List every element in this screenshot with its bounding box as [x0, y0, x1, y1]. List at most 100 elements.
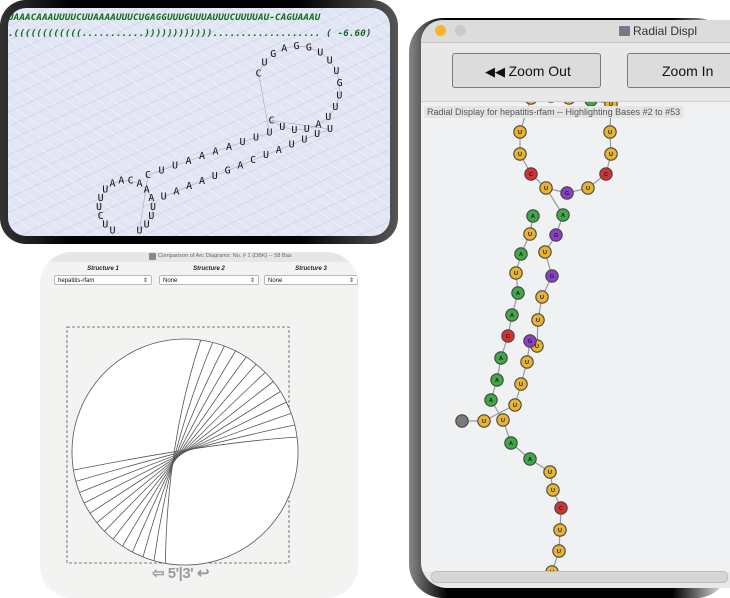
- zoom-in-label: Zoom In: [662, 63, 714, 79]
- radial-base-node[interactable]: U: [581, 181, 595, 195]
- radial-base-node[interactable]: U: [496, 413, 510, 427]
- structure-panel: UAAACAAAUUUUCUUAAAAUUUCUGAGGUUUGUUUAUUUC…: [8, 8, 390, 236]
- radial-base-node[interactable]: G: [523, 334, 537, 348]
- zoom-in-button[interactable]: Zoom In: [627, 53, 730, 88]
- radial-base-node[interactable]: U: [513, 125, 527, 139]
- base-letter: U: [336, 90, 342, 101]
- base-letter: A: [173, 186, 179, 197]
- radial-base-node[interactable]: U: [509, 266, 523, 280]
- radial-base-node[interactable]: A: [556, 208, 570, 222]
- base-label: U: [543, 250, 547, 256]
- base-letter: U: [325, 112, 331, 123]
- base-label: U: [608, 130, 612, 136]
- radial-base-node[interactable]: A: [526, 209, 540, 223]
- base-letter: U: [327, 124, 333, 135]
- base-label: U: [482, 419, 486, 425]
- base-letter: U: [314, 129, 320, 140]
- secondary-structure-drawing: UUCUUUA A C AAAUUUUC U U A A A A U U UCUGA G G UUUGUUUA…: [96, 41, 343, 236]
- base-letter: G: [337, 78, 343, 89]
- radial-base-node[interactable]: A: [484, 393, 498, 407]
- radial-base-node[interactable]: C: [599, 167, 613, 181]
- rewind-icon: ◀◀: [485, 64, 509, 79]
- radial-base-node[interactable]: U: [552, 544, 566, 558]
- radial-base-node[interactable]: C: [554, 501, 568, 515]
- radial-base-node[interactable]: A: [523, 452, 537, 466]
- base-label: U: [536, 318, 540, 324]
- radial-base-node[interactable]: U: [604, 147, 618, 161]
- radial-base-node[interactable]: U: [603, 125, 617, 139]
- base-letter: U: [317, 47, 323, 58]
- radial-base-node[interactable]: A: [504, 436, 518, 450]
- base-letter: U: [136, 225, 142, 236]
- base-label: U: [558, 528, 562, 534]
- base-letter: U: [301, 134, 307, 145]
- radial-base-node[interactable]: U: [538, 245, 552, 259]
- radial-base-node[interactable]: U: [508, 398, 522, 412]
- base-letter: A: [186, 181, 192, 192]
- radial-base-node[interactable]: U: [477, 414, 491, 428]
- base-letter: C: [269, 116, 275, 127]
- zoom-window-button[interactable]: [455, 25, 466, 36]
- radial-window-titlebar: Radial Displ: [421, 20, 730, 43]
- radial-base-node[interactable]: A: [511, 286, 525, 300]
- base-letter: U: [261, 58, 267, 69]
- radial-base-node[interactable]: U: [531, 313, 545, 327]
- base-letter: G: [270, 49, 276, 60]
- base-letter: A: [109, 179, 115, 190]
- radial-base-node[interactable]: A: [494, 351, 508, 365]
- base-letter: A: [281, 43, 287, 54]
- app-icon: [619, 26, 630, 36]
- base-letter: A: [199, 151, 205, 162]
- base-label: U: [586, 186, 590, 192]
- base-label: U: [609, 152, 613, 158]
- base-circle: [563, 102, 575, 105]
- radial-base-node[interactable]: [455, 414, 469, 428]
- base-label: G: [554, 233, 559, 239]
- minimize-button[interactable]: [435, 25, 446, 36]
- base-letter: U: [333, 66, 339, 77]
- radial-caption: Radial Display for hepatitis-rfam -- Hig…: [424, 106, 684, 118]
- radial-display-window: Radial Displ ◀◀ Zoom Out Zoom In U A U A U U U…: [421, 20, 730, 588]
- radial-base-node[interactable]: A: [505, 308, 519, 322]
- radial-base-node[interactable]: U: [523, 227, 537, 241]
- base-letter: A: [237, 160, 243, 171]
- base-letter: C: [145, 170, 151, 181]
- radial-base-node[interactable]: U: [535, 290, 549, 304]
- base-letter: U: [327, 55, 333, 66]
- arc-diagram-window: Comparison of Arc Diagrams: No. # 1 (DBK…: [40, 252, 358, 598]
- base-letter: G: [225, 166, 231, 177]
- base-label: U: [518, 152, 522, 158]
- horizontal-scrollbar[interactable]: [431, 571, 728, 583]
- base-letter: U: [109, 225, 115, 236]
- base-label: U: [540, 295, 544, 301]
- base-letter: G: [306, 42, 312, 53]
- radial-base-node[interactable]: U: [525, 102, 537, 105]
- radial-base-node[interactable]: U: [539, 181, 553, 195]
- radial-window-title: Radial Displ: [633, 24, 698, 38]
- radial-base-node[interactable]: C: [524, 167, 538, 181]
- radial-base-node[interactable]: U: [553, 523, 567, 537]
- radial-base-node[interactable]: G: [549, 228, 563, 242]
- base-label: U: [525, 360, 529, 366]
- radial-base-node[interactable]: U: [546, 483, 560, 497]
- base-letter: U: [172, 161, 178, 172]
- radial-base-node[interactable]: C: [501, 329, 515, 343]
- base-letter: A: [136, 179, 142, 190]
- radial-base-node[interactable]: G: [560, 186, 574, 200]
- radial-base-node[interactable]: U: [513, 147, 527, 161]
- base-letter: U: [161, 192, 167, 203]
- base-letter: U: [239, 137, 245, 148]
- radial-base-node[interactable]: U: [514, 377, 528, 391]
- base-label: G: [528, 339, 533, 345]
- radial-base-node[interactable]: G: [545, 269, 559, 283]
- base-letter: U: [291, 125, 297, 136]
- base-circle: [455, 414, 469, 428]
- base-label: U: [557, 549, 561, 555]
- zoom-out-button[interactable]: ◀◀ Zoom Out: [452, 53, 601, 88]
- radial-base-node[interactable]: A: [514, 247, 528, 261]
- radial-base-node[interactable]: A: [490, 373, 504, 387]
- radial-base-node[interactable]: U: [543, 465, 557, 479]
- radial-base-node[interactable]: U: [520, 355, 534, 369]
- base-circle: [525, 102, 537, 105]
- radial-base-node[interactable]: U: [563, 102, 575, 105]
